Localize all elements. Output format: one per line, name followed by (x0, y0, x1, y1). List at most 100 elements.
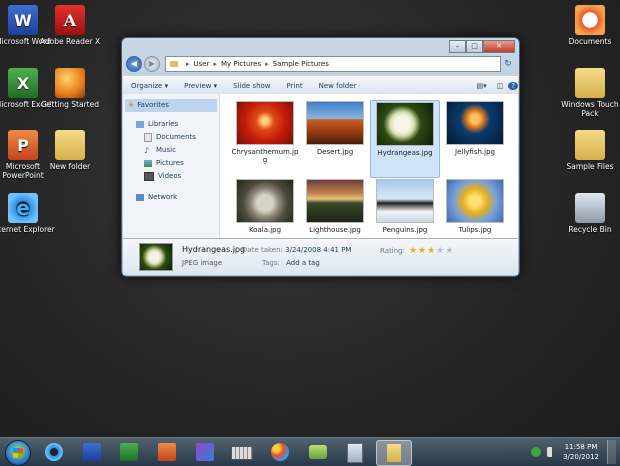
desktop-icon-label: Internet Explorer (0, 225, 55, 234)
desktop-icon-windows-touch-pack[interactable]: Windows Touch Pack (558, 68, 620, 118)
action-center-icon[interactable] (531, 447, 542, 457)
explorer-icon[interactable] (376, 440, 412, 466)
address-bar[interactable]: ▸ User ▸ My Pictures ▸ Sample Pictures (165, 56, 501, 72)
notepad-icon[interactable] (343, 441, 367, 463)
getting-started-icon (55, 68, 85, 98)
star-empty-icon[interactable]: ★ (436, 246, 445, 256)
star-filled-icon[interactable]: ★ (418, 246, 427, 256)
rating-stars[interactable]: ★★★★★ (409, 246, 454, 256)
star-filled-icon[interactable]: ★ (427, 246, 436, 256)
excel-icon[interactable] (117, 441, 141, 463)
date-taken-label: Date taken: (242, 246, 283, 254)
internet-explorer-icon[interactable] (42, 441, 66, 463)
desktop-icon-label: New folder (49, 162, 91, 171)
clock-time: 11:58 PM (564, 443, 598, 451)
jellyfish-thumbnail (446, 101, 504, 145)
word-icon[interactable] (80, 441, 104, 463)
koala-thumbnail (236, 179, 294, 223)
slideshow-button[interactable]: Slide show (225, 82, 278, 90)
file-item[interactable]: Chrysanthemum.jpg (230, 100, 300, 178)
messenger-icon[interactable] (306, 441, 330, 463)
start-button[interactable] (5, 440, 31, 466)
internet-explorer-icon (8, 193, 38, 223)
nav-libraries[interactable]: Libraries (123, 118, 219, 131)
desktop-icon-label: Windows Touch Pack (561, 100, 619, 118)
details-tags: Tags: Add a tag (262, 259, 320, 267)
file-name: Jellyfish.jpg (455, 148, 495, 156)
media-center-icon[interactable] (193, 441, 217, 463)
back-button[interactable]: ◀ (126, 56, 142, 72)
network-icon (136, 194, 144, 201)
preview-pane-icon[interactable]: ◫ (492, 82, 509, 90)
nav-label: Network (148, 193, 178, 201)
paint-icon[interactable] (268, 441, 292, 463)
preview-button[interactable]: Preview ▾ (176, 82, 225, 90)
documents-icon (575, 5, 605, 35)
forward-button[interactable]: ▶ (144, 56, 160, 72)
nav-label: Music (156, 146, 176, 154)
show-desktop-button[interactable] (607, 440, 616, 464)
new-folder-button[interactable]: New folder (311, 82, 365, 90)
maximize-button[interactable]: □ (466, 40, 483, 53)
file-item[interactable]: Desert.jpg (300, 100, 370, 178)
details-pane: Hydrangeas.jpg JPEG image Date taken: 3/… (123, 238, 518, 275)
breadcrumb-sample-pictures[interactable]: Sample Pictures (273, 60, 329, 68)
folder-icon (55, 130, 85, 160)
minimize-button[interactable]: – (449, 40, 466, 53)
videos-icon (144, 172, 154, 181)
file-name: Lighthouse.jpg (309, 226, 361, 234)
desktop-icon-documents[interactable]: Documents (558, 5, 620, 46)
desktop-icon-getting-started[interactable]: Getting Started (38, 68, 102, 109)
nav-label: Videos (158, 172, 182, 180)
file-name: Koala.jpg (248, 226, 282, 234)
desktop-icon-label: Sample Files (566, 162, 614, 171)
penguins-thumbnail (376, 179, 434, 223)
clock[interactable]: 11:58 PM 3/20/2012 (563, 442, 599, 462)
chrysanthemum-thumbnail (236, 101, 294, 145)
breadcrumb-user[interactable]: User (194, 60, 210, 68)
file-item[interactable]: Jellyfish.jpg (440, 100, 510, 178)
breadcrumb-my-pictures[interactable]: My Pictures (221, 60, 261, 68)
tags-value[interactable]: Add a tag (286, 259, 320, 267)
folder-icon (575, 130, 605, 160)
word-icon (8, 5, 38, 35)
keyboard-icon[interactable] (230, 441, 254, 463)
pictures-icon (144, 160, 152, 167)
file-name: Penguins.jpg (382, 226, 428, 234)
print-button[interactable]: Print (279, 82, 311, 90)
organize-button[interactable]: Organize ▾ (123, 82, 176, 90)
details-thumbnail (139, 243, 173, 271)
nav-network[interactable]: Network (123, 191, 219, 204)
nav-pictures[interactable]: Pictures (123, 157, 219, 170)
file-item-selected[interactable]: Hydrangeas.jpg (370, 100, 440, 178)
address-row: ◀ ▶ ▸ User ▸ My Pictures ▸ Sample Pictur… (126, 56, 515, 72)
details-file-type: JPEG image (182, 259, 223, 267)
desktop-icon-internet-explorer[interactable]: Internet Explorer (0, 193, 55, 234)
view-options-icon[interactable]: ▤▾ (472, 82, 492, 90)
help-icon[interactable]: ? (508, 81, 518, 90)
star-filled-icon[interactable]: ★ (409, 246, 418, 256)
desktop-icon-recycle-bin[interactable]: Recycle Bin (558, 193, 620, 234)
nav-favorites[interactable]: ★ Favorites (125, 99, 217, 112)
nav-music[interactable]: ♪ Music (123, 144, 219, 157)
content-area: ★ Favorites Libraries Documents ♪ Music … (123, 94, 518, 238)
date-taken-value[interactable]: 3/24/2008 4:41 PM (285, 246, 351, 254)
nav-videos[interactable]: Videos (123, 170, 219, 183)
desert-thumbnail (306, 101, 364, 145)
file-name: Desert.jpg (316, 148, 354, 156)
volume-icon[interactable] (547, 447, 558, 457)
explorer-window: – □ ✕ ◀ ▶ ▸ User ▸ My Pictures ▸ Sample … (121, 37, 520, 277)
breadcrumb-sep: ▸ (265, 60, 269, 68)
desktop-icon-sample-files[interactable]: Sample Files (558, 130, 620, 171)
desktop-icon-new-folder[interactable]: New folder (38, 130, 102, 171)
details-rating: Rating: ★★★★★ (380, 246, 454, 256)
star-empty-icon[interactable]: ★ (445, 246, 454, 256)
clock-date: 3/20/2012 (563, 453, 599, 461)
nav-documents[interactable]: Documents (123, 131, 219, 144)
refresh-icon[interactable]: ↻ (501, 57, 515, 71)
close-button[interactable]: ✕ (483, 40, 515, 53)
recycle-bin-icon (575, 193, 605, 223)
window-controls: – □ ✕ (449, 40, 515, 53)
powerpoint-icon[interactable] (155, 441, 179, 463)
desktop-icon-adobe-reader[interactable]: Adobe Reader X (38, 5, 102, 46)
